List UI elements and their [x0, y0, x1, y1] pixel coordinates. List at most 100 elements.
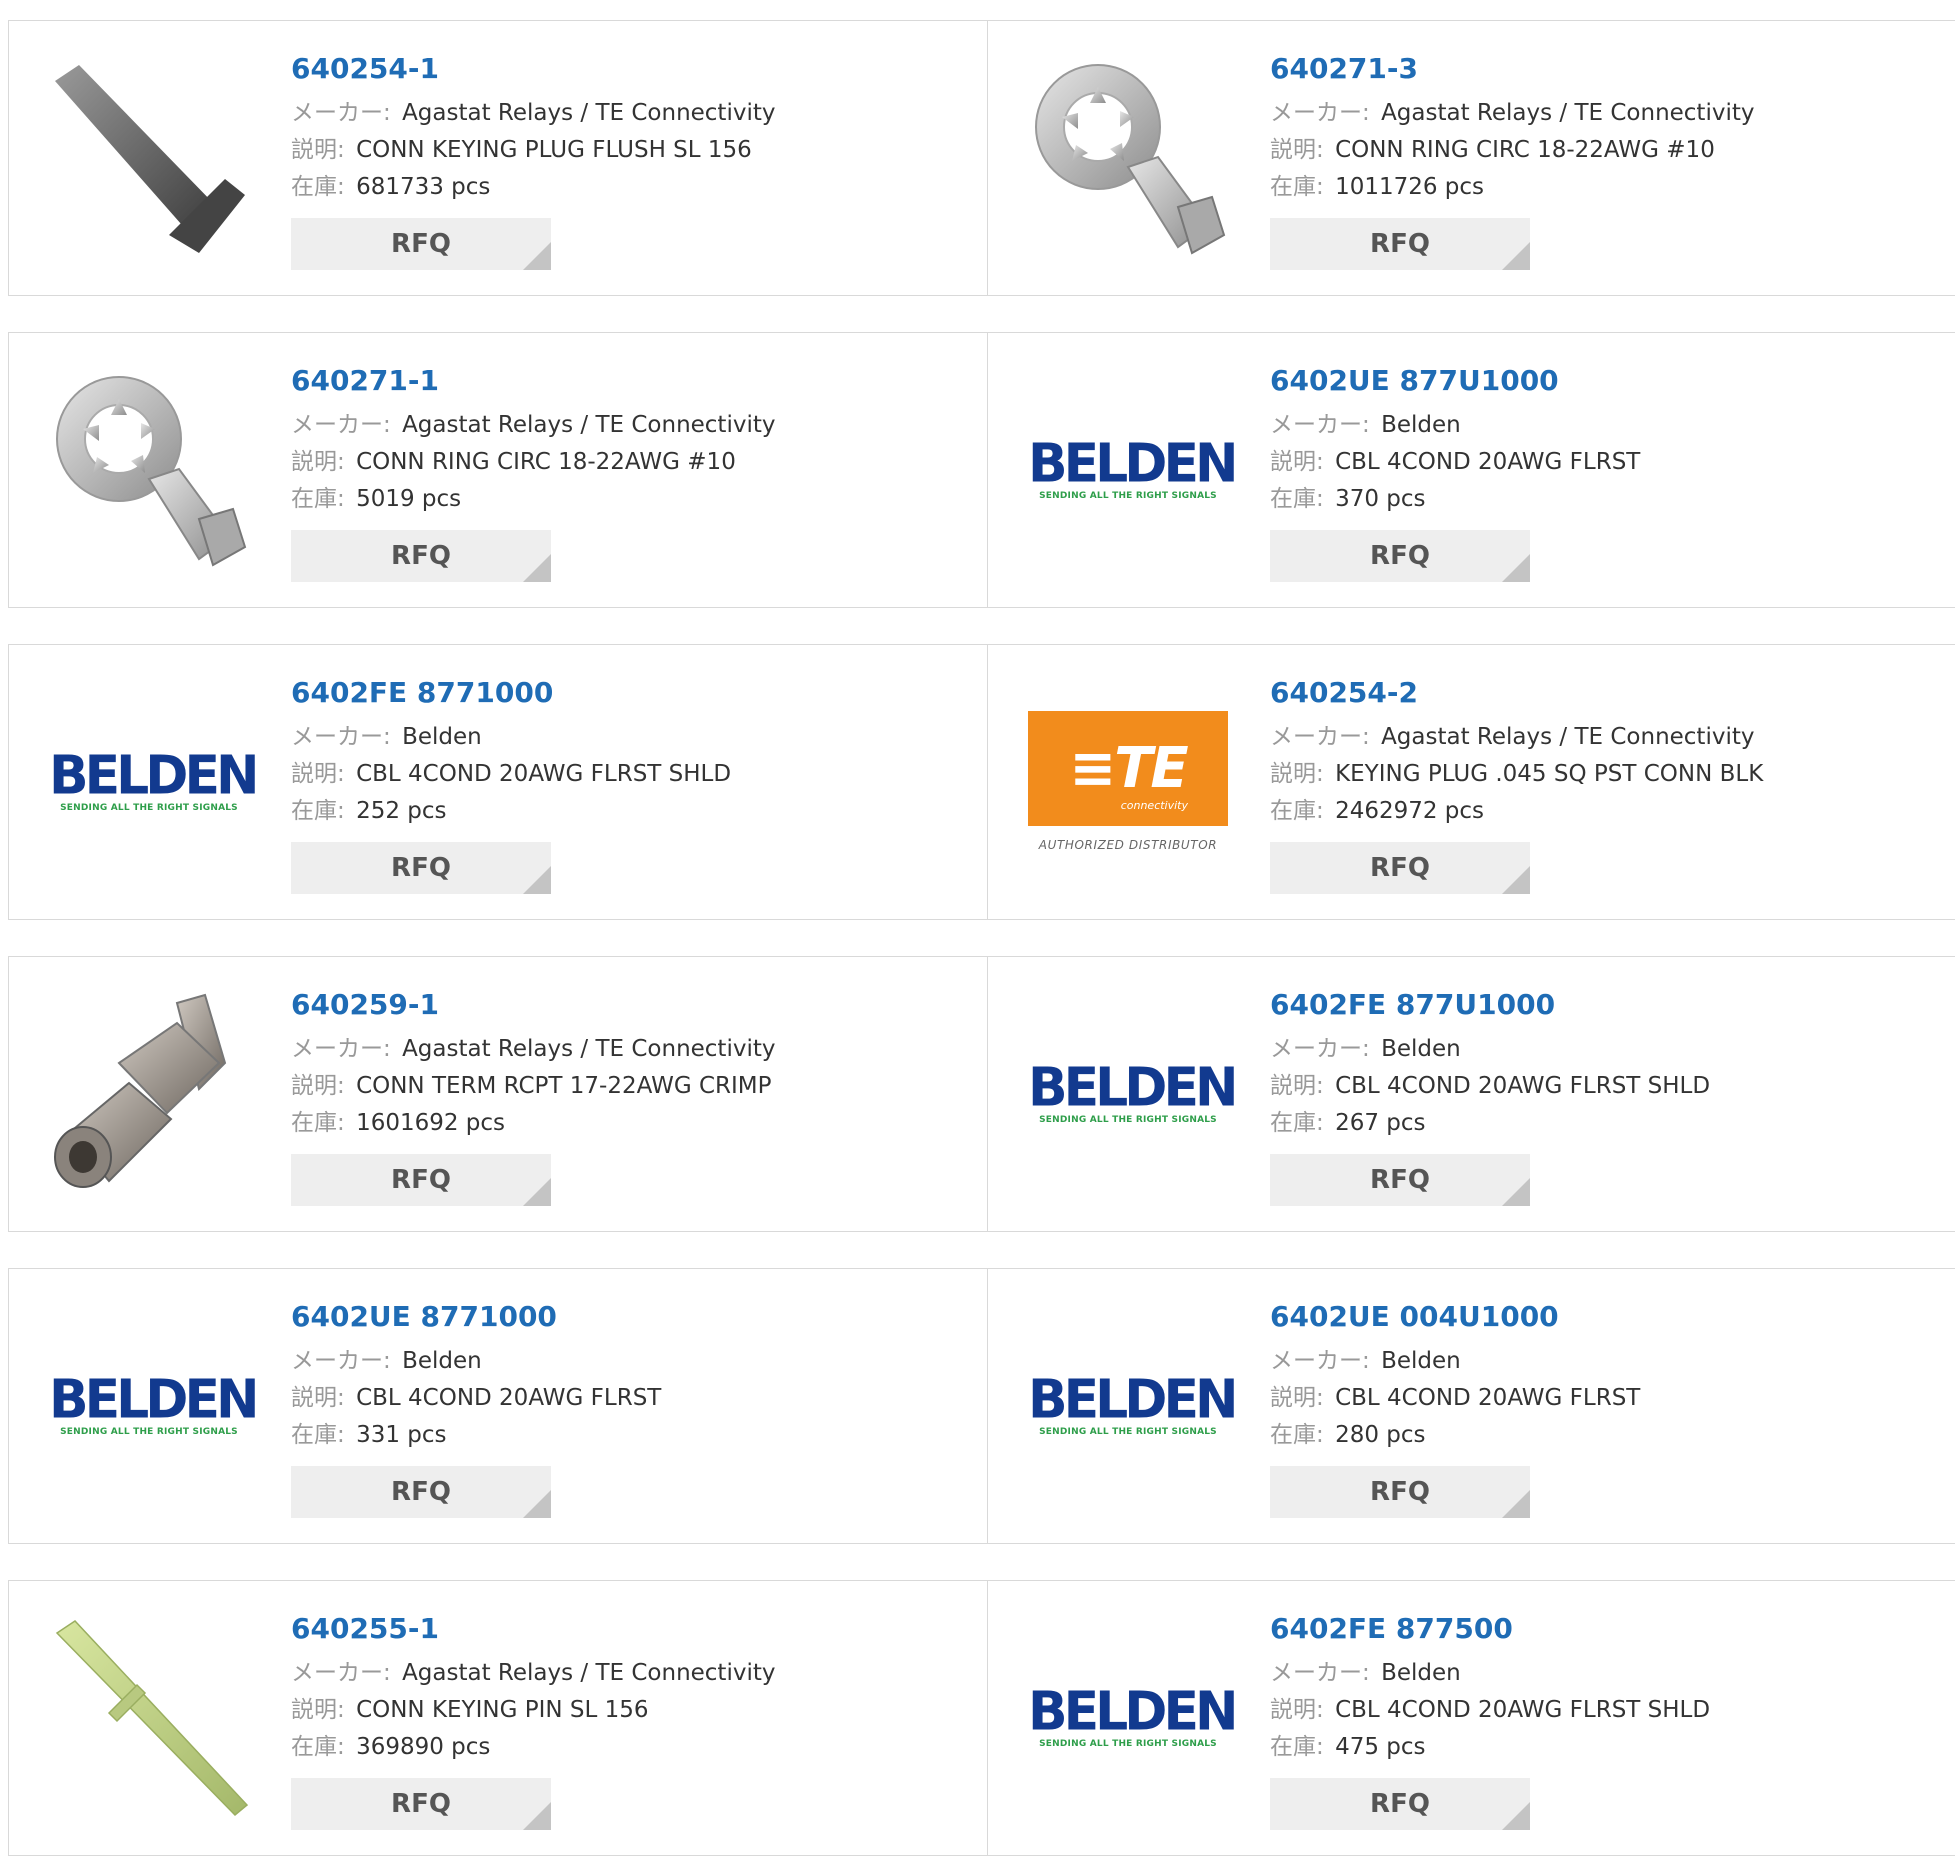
description-label: 説明: — [1270, 1697, 1324, 1723]
product-image[interactable] — [49, 993, 249, 1193]
belden-logo-word: BELDEN — [49, 1369, 260, 1431]
maker-row: メーカー: Belden — [291, 1343, 661, 1380]
description-row: 説明: CBL 4COND 20AWG FLRST SHLD — [1270, 1692, 1710, 1729]
stock-row: 在庫: 370 pcs — [1270, 481, 1640, 518]
stock-value: 331 pcs — [356, 1422, 447, 1448]
description-row: 説明: KEYING PLUG .045 SQ PST CONN BLK — [1270, 756, 1763, 793]
rfq-button[interactable]: RFQ — [291, 530, 551, 582]
description-label: 説明: — [1270, 1073, 1324, 1099]
part-number-link[interactable]: 6402UE 8771000 — [291, 1299, 661, 1335]
belden-logo: BELDEN SENDING ALL THE RIGHT SIGNALS — [49, 1369, 260, 1437]
rfq-corner-decoration — [1502, 242, 1530, 270]
description-value: CBL 4COND 20AWG FLRST — [1335, 1385, 1641, 1411]
belden-logo: BELDEN SENDING ALL THE RIGHT SIGNALS — [49, 745, 260, 813]
stock-row: 在庫: 369890 pcs — [291, 1729, 775, 1766]
description-row: 説明: CBL 4COND 20AWG FLRST — [1270, 1380, 1640, 1417]
description-row: 説明: CBL 4COND 20AWG FLRST — [1270, 444, 1640, 481]
maker-row: メーカー: Agastat Relays / TE Connectivity — [291, 407, 775, 444]
maker-row: メーカー: Agastat Relays / TE Connectivity — [291, 1655, 775, 1692]
part-number-link[interactable]: 640271-1 — [291, 363, 775, 399]
rfq-button[interactable]: RFQ — [291, 1466, 551, 1518]
stock-row: 在庫: 1601692 pcs — [291, 1105, 775, 1142]
maker-value: Belden — [402, 724, 482, 750]
product-image[interactable]: ≡TE connectivity AUTHORIZED DISTRIBUTOR — [1028, 681, 1228, 881]
stock-row: 在庫: 280 pcs — [1270, 1417, 1640, 1454]
product-image[interactable]: BELDEN SENDING ALL THE RIGHT SIGNALS — [1028, 993, 1239, 1193]
maker-label: メーカー: — [291, 724, 391, 750]
product-card: 640271-1 メーカー: Agastat Relays / TE Conne… — [8, 332, 988, 608]
rfq-corner-decoration — [1502, 1178, 1530, 1206]
rfq-button[interactable]: RFQ — [1270, 218, 1530, 270]
rfq-label: RFQ — [1370, 1789, 1430, 1819]
description-value: CBL 4COND 20AWG FLRST — [1335, 449, 1641, 475]
part-number-link[interactable]: 640254-2 — [1270, 675, 1763, 711]
product-image[interactable]: BELDEN SENDING ALL THE RIGHT SIGNALS — [1028, 1305, 1239, 1505]
description-label: 説明: — [291, 137, 345, 163]
part-number-link[interactable]: 640271-3 — [1270, 51, 1754, 87]
stock-row: 在庫: 1011726 pcs — [1270, 169, 1754, 206]
rfq-button[interactable]: RFQ — [1270, 1466, 1530, 1518]
rfq-button[interactable]: RFQ — [1270, 1154, 1530, 1206]
maker-label: メーカー: — [291, 1036, 391, 1062]
rfq-button[interactable]: RFQ — [291, 1778, 551, 1830]
maker-label: メーカー: — [1270, 1660, 1370, 1686]
product-image[interactable] — [1028, 57, 1228, 257]
rfq-label: RFQ — [391, 1789, 451, 1819]
part-number-link[interactable]: 6402FE 8771000 — [291, 675, 731, 711]
maker-label: メーカー: — [1270, 412, 1370, 438]
maker-label: メーカー: — [291, 412, 391, 438]
rfq-label: RFQ — [1370, 229, 1430, 259]
part-number-link[interactable]: 640259-1 — [291, 987, 775, 1023]
stock-label: 在庫: — [291, 1422, 345, 1448]
stock-row: 在庫: 5019 pcs — [291, 481, 775, 518]
rfq-corner-decoration — [523, 1802, 551, 1830]
product-image[interactable]: BELDEN SENDING ALL THE RIGHT SIGNALS — [49, 681, 260, 881]
stock-label: 在庫: — [1270, 1110, 1324, 1136]
product-image[interactable] — [49, 57, 249, 257]
stock-value: 1601692 pcs — [356, 1110, 506, 1136]
belden-logo-word: BELDEN — [49, 745, 260, 807]
rfq-button[interactable]: RFQ — [291, 842, 551, 894]
rfq-button[interactable]: RFQ — [1270, 530, 1530, 582]
rfq-label: RFQ — [391, 1477, 451, 1507]
belden-logo: BELDEN SENDING ALL THE RIGHT SIGNALS — [1028, 436, 1239, 501]
maker-value: Belden — [1381, 1660, 1461, 1686]
maker-value: Agastat Relays / TE Connectivity — [1381, 724, 1755, 750]
authorized-distributor-text: AUTHORIZED DISTRIBUTOR — [1038, 837, 1218, 852]
part-number-link[interactable]: 6402FE 877500 — [1270, 1611, 1710, 1647]
stock-value: 370 pcs — [1335, 486, 1426, 512]
product-card: 640259-1 メーカー: Agastat Relays / TE Conne… — [8, 956, 988, 1232]
product-image[interactable] — [49, 369, 249, 569]
rfq-label: RFQ — [391, 541, 451, 571]
product-image[interactable]: BELDEN SENDING ALL THE RIGHT SIGNALS — [49, 1305, 260, 1505]
maker-label: メーカー: — [291, 1660, 391, 1686]
rfq-button[interactable]: RFQ — [1270, 842, 1530, 894]
stock-row: 在庫: 267 pcs — [1270, 1105, 1710, 1142]
description-value: CONN TERM RCPT 17-22AWG CRIMP — [356, 1073, 772, 1099]
product-image[interactable] — [49, 1617, 249, 1817]
description-row: 説明: CBL 4COND 20AWG FLRST SHLD — [291, 756, 731, 793]
rfq-button[interactable]: RFQ — [291, 218, 551, 270]
part-number-link[interactable]: 6402UE 004U1000 — [1270, 1299, 1640, 1335]
description-value: CBL 4COND 20AWG FLRST SHLD — [1335, 1697, 1711, 1723]
rfq-corner-decoration — [1502, 866, 1530, 894]
stock-row: 在庫: 681733 pcs — [291, 169, 775, 206]
product-image[interactable]: BELDEN SENDING ALL THE RIGHT SIGNALS — [1028, 1617, 1239, 1817]
rfq-button[interactable]: RFQ — [1270, 1778, 1530, 1830]
product-card: 640254-1 メーカー: Agastat Relays / TE Conne… — [8, 20, 988, 296]
part-number-link[interactable]: 640254-1 — [291, 51, 775, 87]
part-number-link[interactable]: 6402FE 877U1000 — [1270, 987, 1710, 1023]
rfq-corner-decoration — [1502, 554, 1530, 582]
rfq-corner-decoration — [523, 866, 551, 894]
rfq-button[interactable]: RFQ — [291, 1154, 551, 1206]
maker-value: Belden — [1381, 1036, 1461, 1062]
product-image[interactable]: BELDEN SENDING ALL THE RIGHT SIGNALS — [1028, 369, 1239, 569]
product-card: BELDEN SENDING ALL THE RIGHT SIGNALS 640… — [8, 644, 988, 920]
description-row: 説明: CONN RING CIRC 18-22AWG #10 — [1270, 132, 1754, 169]
te-connectivity-logo: ≡TE connectivity AUTHORIZED DISTRIBUTOR — [1028, 710, 1228, 852]
part-number-link[interactable]: 6402UE 877U1000 — [1270, 363, 1640, 399]
maker-row: メーカー: Agastat Relays / TE Connectivity — [1270, 719, 1763, 756]
stock-value: 681733 pcs — [356, 174, 491, 200]
maker-value: Belden — [1381, 1348, 1461, 1374]
part-number-link[interactable]: 640255-1 — [291, 1611, 775, 1647]
